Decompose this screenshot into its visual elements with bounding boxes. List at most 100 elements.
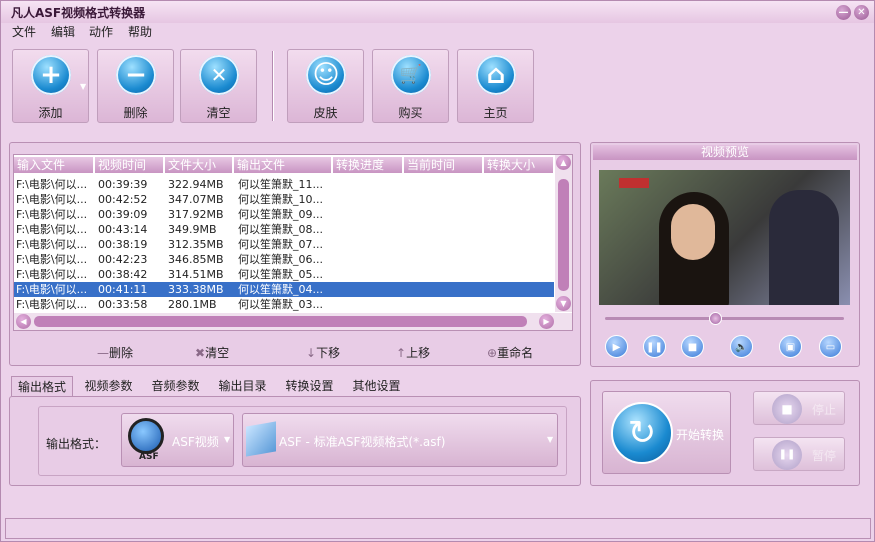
stop-icon: ■	[772, 394, 802, 424]
col-current-time[interactable]: 当前时间	[404, 157, 483, 173]
pause-convert-button[interactable]: ❚❚ 暂停	[753, 437, 845, 471]
stop-convert-label: 停止	[812, 403, 837, 417]
table-row[interactable]: F:\电影\何以... 00:33:58 280.1MB 何以笙箫默_03...	[14, 297, 554, 312]
home-button[interactable]: ⌂ 主页	[457, 49, 534, 123]
format-selector[interactable]: ASF ASF视频 ▼	[121, 413, 234, 467]
clear-button[interactable]: ✕ 清空	[180, 49, 257, 123]
table-row[interactable]: F:\电影\何以... 00:41:11 333.38MB 何以笙箫默_04...	[14, 282, 554, 297]
table-row[interactable]: F:\电影\何以... 00:38:42 314.51MB 何以笙箫默_05...	[14, 267, 554, 282]
face-shape	[671, 204, 715, 260]
tab-5[interactable]: 其他设置	[345, 376, 408, 396]
minus-icon: −	[116, 55, 156, 95]
scroll-left-icon[interactable]: ◀	[16, 314, 31, 329]
tab-3[interactable]: 输出目录	[211, 376, 274, 396]
table-cell: 312.35MB	[168, 238, 224, 251]
play-button[interactable]: ▶	[605, 335, 628, 358]
table-row[interactable]: F:\电影\何以... 00:42:52 347.07MB 何以笙箫默_10...	[14, 192, 554, 207]
start-convert-label: 开始转换	[676, 428, 725, 442]
table-cell: F:\电影\何以...	[16, 193, 88, 206]
horizontal-scrollbar[interactable]: ◀ ▶	[14, 313, 572, 330]
figure-shape-2	[769, 190, 839, 305]
delete-icon: —	[97, 346, 109, 360]
table-cell: F:\电影\何以...	[16, 268, 88, 281]
table-row[interactable]: F:\电影\何以... 00:43:14 349.9MB 何以笙箫默_08...	[14, 222, 554, 237]
stop-convert-button[interactable]: ■ 停止	[753, 391, 845, 425]
vertical-scroll-thumb[interactable]	[558, 179, 569, 291]
stop-button[interactable]: ■	[681, 335, 704, 358]
col-file-size[interactable]: 文件大小	[165, 157, 233, 173]
table-cell: 322.94MB	[168, 178, 224, 191]
tab-2[interactable]: 音频参数	[144, 376, 207, 396]
close-button[interactable]: ✕	[854, 5, 869, 20]
arrow-down-icon: ↓	[306, 346, 317, 360]
horizontal-scroll-thumb[interactable]	[34, 316, 527, 327]
video-preview	[599, 170, 850, 305]
menu-action[interactable]: 动作	[89, 23, 113, 40]
menu-edit[interactable]: 编辑	[51, 23, 75, 40]
table-cell: 314.51MB	[168, 268, 224, 281]
delete-button[interactable]: − 删除	[97, 49, 174, 123]
table-row[interactable]: F:\电影\何以... 00:38:19 312.35MB 何以笙箫默_07...	[14, 237, 554, 252]
table-cell: F:\电影\何以...	[16, 208, 88, 221]
scroll-right-icon[interactable]: ▶	[539, 314, 554, 329]
tab-1[interactable]: 视频参数	[77, 376, 140, 396]
table-cell: 317.92MB	[168, 208, 224, 221]
add-label: 添加	[38, 106, 63, 120]
table-cell: 何以笙箫默_07...	[238, 238, 323, 251]
table-cell: 00:42:52	[98, 193, 148, 206]
table-cell: 00:39:09	[98, 208, 148, 221]
table-row[interactable]: F:\电影\何以... 00:39:09 317.92MB 何以笙箫默_09...	[14, 207, 554, 222]
table-cell: 何以笙箫默_11...	[238, 178, 323, 191]
menu-file[interactable]: 文件	[12, 23, 36, 40]
move-down-button[interactable]: ↓下移	[306, 344, 340, 361]
table-cell: 00:38:19	[98, 238, 148, 251]
preset-name: ASF - 标准ASF视频格式(*.asf)	[279, 435, 446, 449]
pause-convert-label: 暂停	[812, 449, 837, 463]
table-cell: F:\电影\何以...	[16, 178, 88, 191]
menu-help[interactable]: 帮助	[128, 23, 152, 40]
folder-button[interactable]: ▭	[819, 335, 842, 358]
skin-button[interactable]: ☺ 皮肤	[287, 49, 364, 123]
pause-icon: ❚❚	[772, 440, 802, 470]
minimize-button[interactable]: —	[836, 5, 851, 20]
tab-4[interactable]: 转换设置	[278, 376, 341, 396]
table-row[interactable]: F:\电影\何以... 00:39:39 322.94MB 何以笙箫默_11...	[14, 177, 554, 192]
seek-track[interactable]	[605, 317, 844, 320]
rename-icon: ⊕	[487, 346, 498, 360]
col-progress[interactable]: 转换进度	[333, 157, 403, 173]
col-input-file[interactable]: 输入文件	[14, 157, 94, 173]
channel-logo-icon	[619, 178, 649, 188]
pause-button[interactable]: ❚❚	[643, 335, 666, 358]
main-window: 凡人ASF视频格式转换器 — ✕ 文件 编辑 动作 帮助 + 添加 ▼ − 删除…	[0, 0, 875, 542]
file-list[interactable]: 输入文件 视频时间 文件大小 输出文件 转换进度 当前时间 转换大小 F:\电影…	[13, 154, 573, 331]
col-video-time[interactable]: 视频时间	[95, 157, 164, 173]
tab-0[interactable]: 输出格式	[11, 376, 73, 396]
scroll-down-icon[interactable]: ▼	[556, 296, 571, 311]
cube-icon	[246, 421, 276, 457]
table-cell: 何以笙箫默_04...	[238, 283, 323, 296]
preset-selector[interactable]: ASF - 标准ASF视频格式(*.asf) ▼	[242, 413, 558, 467]
volume-button[interactable]: 🔈	[730, 335, 753, 358]
list-delete-button[interactable]: —删除	[97, 344, 133, 361]
format-name: ASF视频	[172, 435, 219, 449]
dropdown-arrow-icon[interactable]: ▼	[80, 82, 86, 91]
rename-button[interactable]: ⊕重命名	[487, 344, 533, 361]
scroll-up-icon[interactable]: ▲	[556, 155, 571, 170]
buy-button[interactable]: 🛒 购买	[372, 49, 449, 123]
buy-label: 购买	[398, 106, 423, 120]
add-button[interactable]: + 添加 ▼	[12, 49, 89, 123]
table-row[interactable]: F:\电影\何以... 00:42:23 346.85MB 何以笙箫默_06...	[14, 252, 554, 267]
clear-x-icon: ✖	[195, 346, 206, 360]
col-converted-size[interactable]: 转换大小	[484, 157, 554, 173]
move-up-button[interactable]: ↑上移	[396, 344, 430, 361]
move-down-label: 下移	[316, 346, 341, 360]
clear-icon: ✕	[199, 55, 239, 95]
snapshot-button[interactable]: ▣	[779, 335, 802, 358]
col-output-file[interactable]: 输出文件	[234, 157, 332, 173]
start-convert-button[interactable]: ↻ 开始转换	[602, 391, 731, 474]
vertical-scrollbar[interactable]: ▲ ▼	[555, 155, 572, 312]
menu-bar: 文件 编辑 动作 帮助	[1, 23, 874, 41]
list-clear-button[interactable]: ✖清空	[195, 344, 229, 361]
seek-thumb[interactable]	[708, 312, 722, 325]
home-label: 主页	[483, 106, 508, 120]
